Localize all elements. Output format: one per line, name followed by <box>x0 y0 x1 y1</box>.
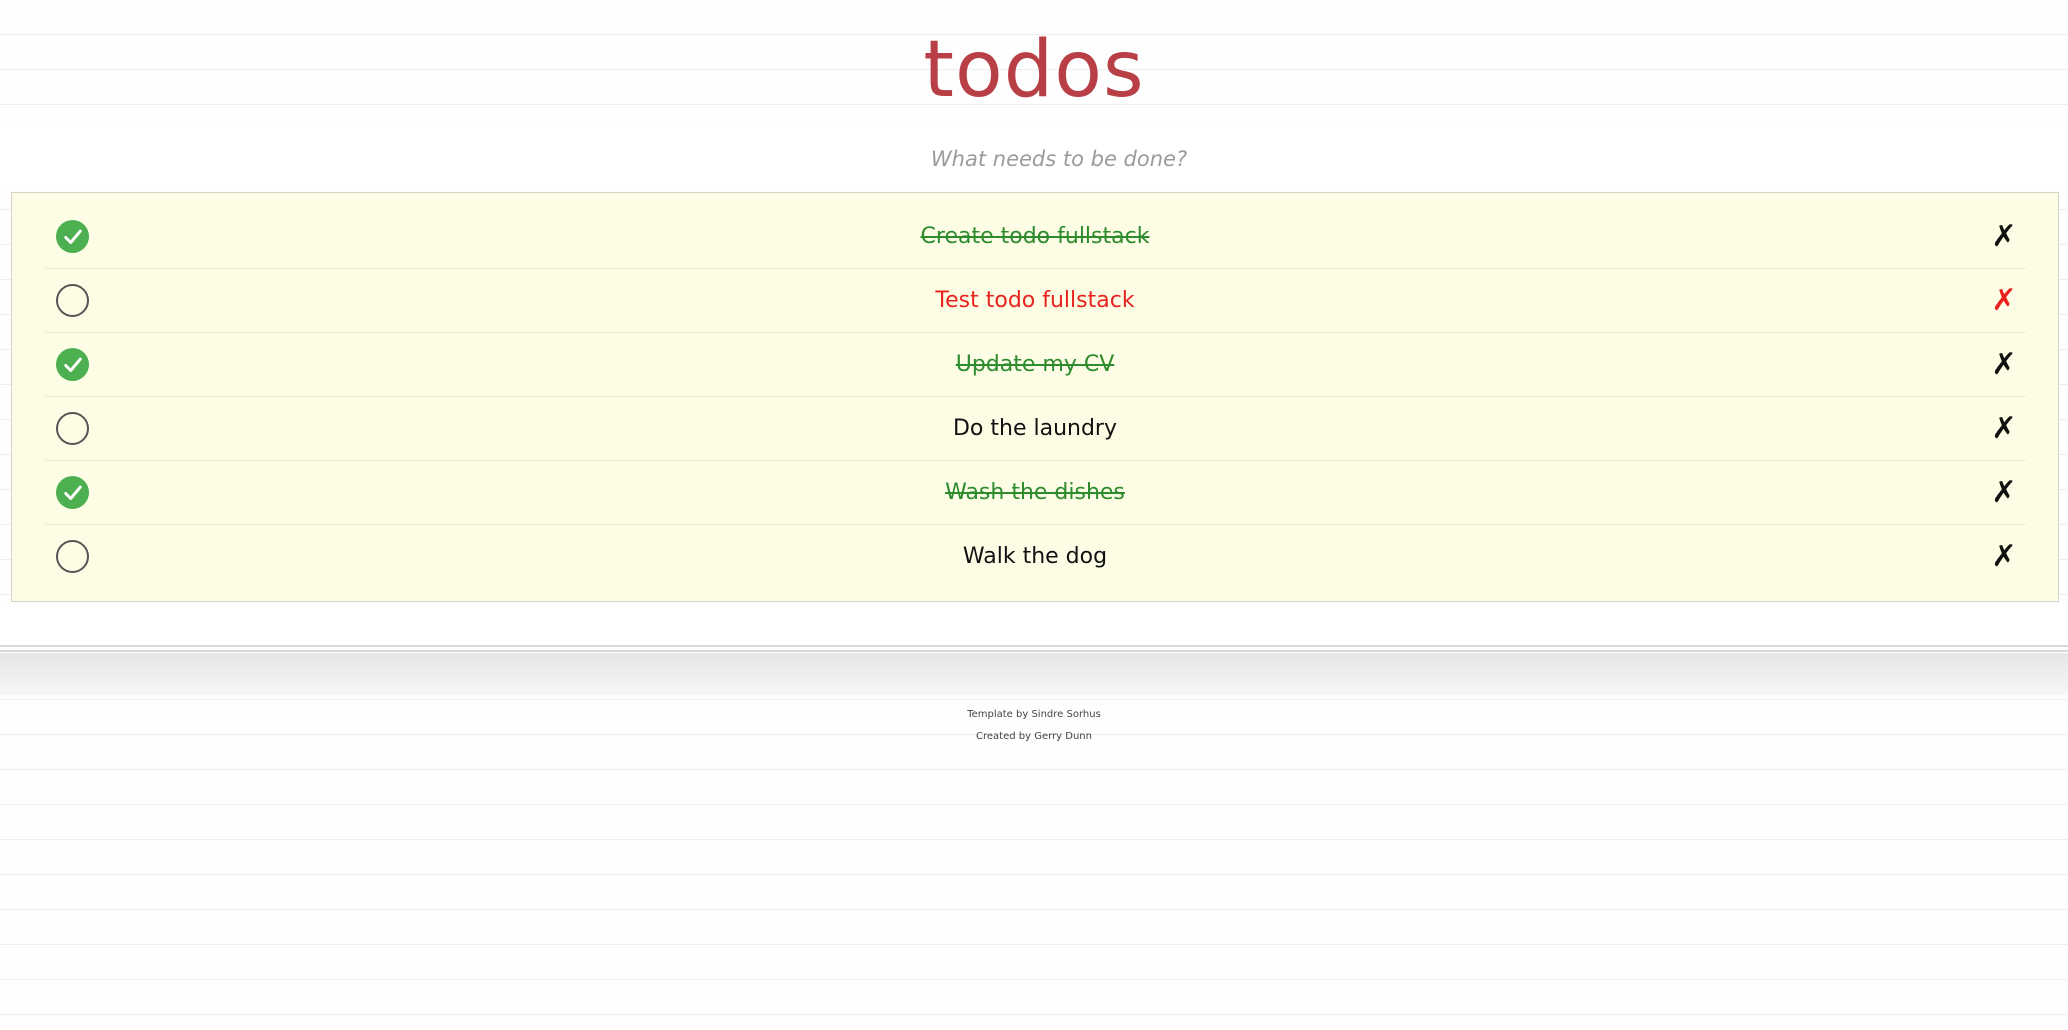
template-credit: Template by Sindre Sorhus <box>967 709 1101 720</box>
app-title: todos <box>923 25 1145 115</box>
todo-item: Update my CV ✗ <box>44 333 2026 397</box>
checkmark-icon <box>63 229 82 244</box>
stack-shadow <box>0 653 2068 695</box>
todo-item: Create todo fullstack ✗ <box>44 205 2026 269</box>
todo-item: Do the laundry ✗ <box>44 397 2026 461</box>
todo-item: Walk the dog ✗ <box>44 525 2026 588</box>
empty-circle-icon[interactable] <box>56 284 89 317</box>
todo-label[interactable]: Do the laundry <box>144 397 1926 460</box>
todo-list-panel: Create todo fullstack ✗ Test todo fullst… <box>11 192 2059 602</box>
author-credit: Created by Gerry Dunn <box>976 731 1092 742</box>
todo-label[interactable]: Wash the dishes <box>144 461 1926 524</box>
delete-todo-button[interactable]: ✗ <box>1984 333 2024 396</box>
check-circle-icon[interactable] <box>56 220 89 253</box>
todo-label[interactable]: Test todo fullstack <box>144 269 1926 332</box>
todo-item: Wash the dishes ✗ <box>44 461 2026 525</box>
empty-circle-icon[interactable] <box>56 540 89 573</box>
check-circle-icon[interactable] <box>56 476 89 509</box>
stack-divider <box>0 645 2068 647</box>
delete-todo-button[interactable]: ✗ <box>1984 269 2024 332</box>
todo-label[interactable]: Create todo fullstack <box>144 205 1926 268</box>
info-footer: Template by Sindre Sorhus Created by Ger… <box>0 706 2068 750</box>
delete-todo-button[interactable]: ✗ <box>1984 461 2024 524</box>
todo-label[interactable]: Update my CV <box>144 333 1926 396</box>
list-footer <box>0 603 2068 645</box>
delete-todo-button[interactable]: ✗ <box>1984 525 2024 588</box>
checkmark-icon <box>63 357 82 372</box>
delete-todo-button[interactable]: ✗ <box>1984 205 2024 268</box>
new-todo-input[interactable] <box>0 126 2068 191</box>
todo-label[interactable]: Walk the dog <box>144 525 1926 588</box>
todo-list: Create todo fullstack ✗ Test todo fullst… <box>44 205 2026 588</box>
delete-todo-button[interactable]: ✗ <box>1984 397 2024 460</box>
empty-circle-icon[interactable] <box>56 412 89 445</box>
stack-divider <box>0 650 2068 652</box>
todo-item: Test todo fullstack ✗ <box>44 269 2026 333</box>
check-circle-icon[interactable] <box>56 348 89 381</box>
checkmark-icon <box>63 485 82 500</box>
